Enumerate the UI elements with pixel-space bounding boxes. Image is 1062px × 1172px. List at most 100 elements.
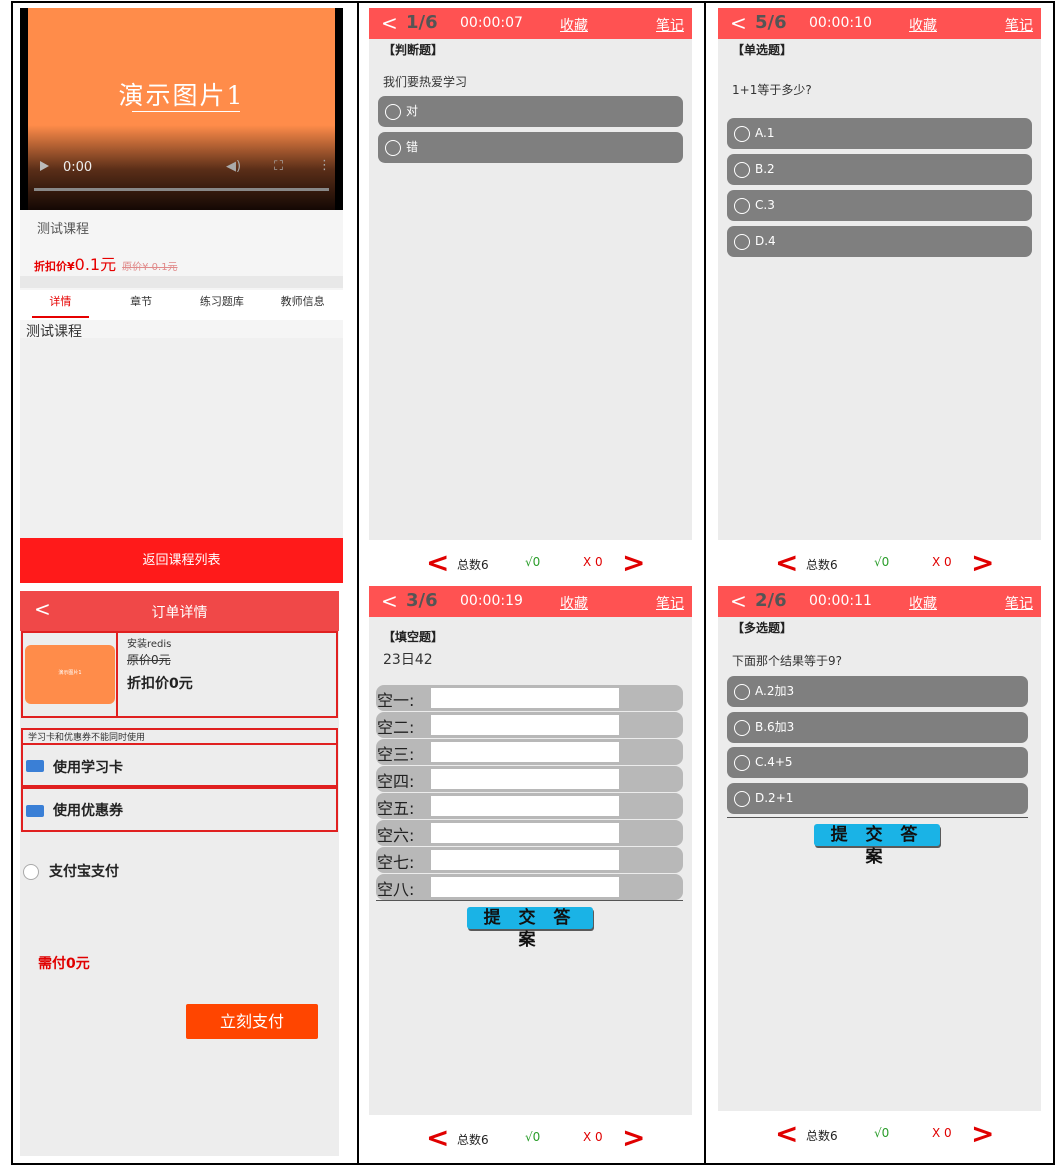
note-link[interactable]: 笔记 <box>656 593 684 613</box>
option-d[interactable]: D.4 <box>727 226 1032 257</box>
note-link[interactable]: 笔记 <box>1005 15 1033 35</box>
blank-input[interactable] <box>431 850 619 870</box>
tab-chapters[interactable]: 章节 <box>101 290 182 320</box>
favorite-link[interactable]: 收藏 <box>909 15 937 35</box>
alipay-radio-icon[interactable] <box>23 864 39 880</box>
blank-input[interactable] <box>431 688 619 708</box>
product-name: 安装redis <box>127 639 172 650</box>
study-card-icon <box>26 760 44 772</box>
quiz-blank-screen: < 3/6 00:00:19 收藏 笔记 【填空题】 23日42 空一: 空二:… <box>369 586 692 1160</box>
course-detail-screen: 演示图片1 0:00 ◀) ⛶ ⋮ 测试课程 折扣价¥0.1元 原价¥ 0.1元 … <box>20 8 343 583</box>
option-a[interactable]: A.1 <box>727 118 1032 149</box>
quiz-judge-screen: < 1/6 00:00:07 收藏 笔记 【判断题】 我们要热爱学习 对 错 <… <box>369 8 692 583</box>
back-icon[interactable]: < <box>730 589 747 613</box>
video-progress-bar[interactable] <box>34 188 329 191</box>
chevron-right-icon[interactable]: > <box>971 549 994 577</box>
tab-details[interactable]: 详情 <box>20 290 101 320</box>
thumb-text: 演示图片1 <box>58 670 82 676</box>
poster-text: 演示图片1 <box>118 81 245 110</box>
option-c[interactable]: C.3 <box>727 190 1032 221</box>
back-icon[interactable]: < <box>730 11 747 35</box>
quiz-timer: 00:00:07 <box>460 15 523 31</box>
wrong-count: X 0 <box>583 555 603 569</box>
use-coupon-label: 使用优惠券 <box>53 803 123 819</box>
blank-input[interactable] <box>431 715 619 735</box>
submit-answer-button[interactable]: 提 交 答 案 <box>467 907 593 950</box>
quiz-header: < 2/6 00:00:11 收藏 笔记 <box>718 586 1041 617</box>
note-link[interactable]: 笔记 <box>1005 593 1033 613</box>
use-coupon-row[interactable]: 使用优惠券 <box>21 787 338 832</box>
blank-input[interactable] <box>431 796 619 816</box>
favorite-link[interactable]: 收藏 <box>909 593 937 613</box>
option-false[interactable]: 错 <box>378 132 683 163</box>
chevron-left-icon[interactable]: < <box>426 1124 449 1152</box>
question-text: 我们要热爱学习 <box>383 75 468 89</box>
total-count: 总数6 <box>806 558 838 572</box>
column-divider <box>357 1 359 1165</box>
option-d[interactable]: D.2+1 <box>727 783 1028 814</box>
fullscreen-icon[interactable]: ⛶ <box>274 159 283 174</box>
quiz-footer: < 总数6 √0 X 0 > <box>718 1111 1041 1160</box>
blank-row: 空三: <box>376 739 683 765</box>
wrong-count: X 0 <box>583 1130 603 1144</box>
quiz-footer: < 总数6 √0 X 0 > <box>369 1115 692 1160</box>
question-position: 1/6 <box>406 12 438 33</box>
blank-label: 空五: <box>377 799 415 818</box>
total-count: 总数6 <box>806 1129 838 1143</box>
question-type: 【多选题】 <box>732 621 793 635</box>
course-tabs: 详情 章节 练习题库 教师信息 <box>20 290 343 320</box>
favorite-link[interactable]: 收藏 <box>560 593 588 613</box>
favorite-link[interactable]: 收藏 <box>560 15 588 35</box>
quiz-timer: 00:00:11 <box>809 593 872 609</box>
back-icon[interactable]: < <box>381 589 398 613</box>
option-true[interactable]: 对 <box>378 96 683 127</box>
back-to-course-list-button[interactable]: 返回课程列表 <box>20 538 343 583</box>
submit-answer-button[interactable]: 提 交 答 案 <box>814 824 940 867</box>
tab-practice[interactable]: 练习题库 <box>182 290 263 320</box>
option-c[interactable]: C.4+5 <box>727 747 1028 778</box>
chevron-left-icon[interactable]: < <box>426 549 449 577</box>
more-options-icon[interactable]: ⋮ <box>318 158 331 173</box>
question-text: 23日42 <box>383 652 433 668</box>
blank-label: 空八: <box>377 880 415 899</box>
quiz-header: < 5/6 00:00:10 收藏 笔记 <box>718 8 1041 39</box>
play-icon[interactable] <box>40 161 49 171</box>
blank-input[interactable] <box>431 823 619 843</box>
total-count: 总数6 <box>457 558 489 572</box>
blank-label: 空七: <box>377 853 415 872</box>
detail-content-area <box>20 338 343 538</box>
original-price: 原价¥ 0.1元 <box>122 262 178 273</box>
pay-now-button[interactable]: 立刻支付 <box>186 1004 318 1039</box>
column-divider <box>704 1 706 1165</box>
option-b[interactable]: B.6加3 <box>727 712 1028 743</box>
blank-input[interactable] <box>431 769 619 789</box>
back-icon[interactable]: < <box>381 11 398 35</box>
alipay-option[interactable]: 支付宝支付 <box>23 861 119 881</box>
product-thumb-wrap: 演示图片1 <box>23 633 118 716</box>
discount-value: 0.1元 <box>74 255 117 274</box>
tab-teacher[interactable]: 教师信息 <box>262 290 343 320</box>
option-b[interactable]: B.2 <box>727 154 1032 185</box>
correct-count: √0 <box>874 1126 890 1140</box>
correct-count: √0 <box>525 555 541 569</box>
quiz-timer: 00:00:19 <box>460 593 523 609</box>
note-link[interactable]: 笔记 <box>656 15 684 35</box>
video-player[interactable]: 演示图片1 0:00 ◀) ⛶ ⋮ <box>20 8 343 210</box>
tabs-separator <box>20 276 343 288</box>
correct-count: √0 <box>874 555 890 569</box>
question-type: 【填空题】 <box>383 630 444 644</box>
chevron-left-icon[interactable]: < <box>775 549 798 577</box>
volume-icon[interactable]: ◀) <box>226 159 241 174</box>
product-box: 演示图片1 安装redis 原价0元 折扣价0元 <box>21 631 338 718</box>
discount-label: 折扣价¥ <box>34 260 75 273</box>
option-a[interactable]: A.2加3 <box>727 676 1028 707</box>
chevron-left-icon[interactable]: < <box>775 1120 798 1148</box>
card-coupon-warning: 学习卡和优惠券不能同时使用 <box>28 733 146 743</box>
wrong-count: X 0 <box>932 1126 952 1140</box>
chevron-right-icon[interactable]: > <box>622 1124 645 1152</box>
chevron-right-icon[interactable]: > <box>622 549 645 577</box>
blank-input[interactable] <box>431 877 619 897</box>
chevron-right-icon[interactable]: > <box>971 1120 994 1148</box>
use-study-card-row[interactable]: 使用学习卡 <box>21 743 338 787</box>
blank-input[interactable] <box>431 742 619 762</box>
